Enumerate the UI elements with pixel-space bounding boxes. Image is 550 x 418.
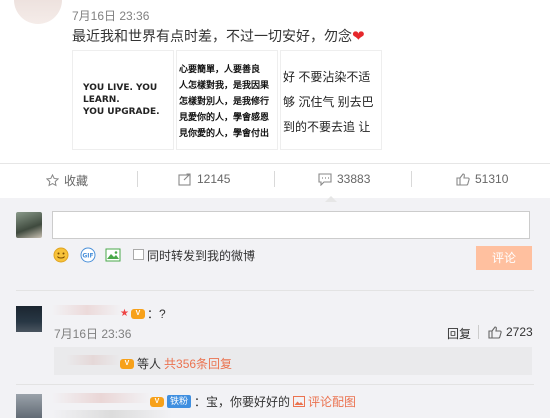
comment-like-count: 2723 xyxy=(506,325,533,339)
thumbs-up-icon xyxy=(488,325,502,339)
comment-divider xyxy=(16,384,534,385)
image-2-text: 心要簡單，人要善良 人怎樣對我，是我因果 怎樣對別人，是我修行 見愛你的人，學會… xyxy=(179,64,270,138)
comment-pointer xyxy=(325,196,337,202)
image-1-text: YOU LIVE. YOU LEARN. YOU UPGRADE. xyxy=(83,83,160,117)
comment-image-label: 评论配图 xyxy=(308,395,357,409)
blurred-image xyxy=(52,410,172,418)
forward-count: 12145 xyxy=(197,172,231,186)
comment-image-link[interactable]: 评论配图 xyxy=(293,393,356,410)
blurred-username[interactable] xyxy=(52,393,150,403)
comment-icon xyxy=(318,172,332,186)
gif-icon[interactable]: GIF xyxy=(80,247,96,263)
like-count: 51310 xyxy=(475,172,509,186)
forward-button[interactable]: 12145 xyxy=(178,172,230,186)
like-button[interactable]: 51310 xyxy=(456,172,508,186)
forward-checkbox-label: 同时转发到我的微博 xyxy=(147,249,256,263)
blurred-username[interactable] xyxy=(66,355,120,365)
post-text: 最近我和世界有点时差，不过一切安好，勿念❤ xyxy=(72,26,365,46)
view-replies-link[interactable]: 共356条回复 xyxy=(164,355,232,372)
comment-text: ：宝，你要好好的 xyxy=(194,395,291,409)
author-avatar[interactable] xyxy=(14,0,62,24)
vip-badge-icon: V xyxy=(130,308,145,319)
fans-badge: 铁粉 xyxy=(167,395,192,408)
comment-body: ★ V ：? xyxy=(120,305,166,322)
post-time[interactable]: 7月16日 23:36 xyxy=(72,7,149,24)
image-3-text: 好 不要沾染不适 够 沉住气 别去巴 到的不要去追 让 xyxy=(283,70,374,134)
sub-reply-prefix: 等人 xyxy=(137,357,162,371)
heart-emoji-icon: ❤ xyxy=(352,28,365,45)
my-avatar[interactable] xyxy=(16,212,42,238)
action-bar: 收藏 12145 33883 51310 xyxy=(0,163,550,195)
vip-badge-icon: V xyxy=(120,358,134,369)
sub-reply-summary: V 等人 共356条回复 xyxy=(120,355,232,372)
post-text-content: 最近我和世界有点时差，不过一切安好，勿念 xyxy=(72,28,352,44)
forward-icon xyxy=(178,172,191,186)
comment-time: 7月16日 23:36 xyxy=(54,327,132,341)
image-icon[interactable] xyxy=(105,247,121,263)
post-image-3[interactable]: 好 不要沾染不适 够 沉住气 别去巴 到的不要去追 让 xyxy=(280,50,382,150)
comment-like-button[interactable]: 2723 xyxy=(488,325,533,339)
thumbs-up-icon xyxy=(456,172,470,186)
svg-text:GIF: GIF xyxy=(82,253,93,260)
vip-badge-icon: V xyxy=(150,396,164,407)
reply-button[interactable]: 回复 xyxy=(447,325,471,342)
post-image-1[interactable]: YOU LIVE. YOU LEARN. YOU UPGRADE. xyxy=(72,50,174,150)
forward-checkbox[interactable] xyxy=(133,249,144,260)
star-badge-icon: ★ xyxy=(120,308,129,319)
post-image-2[interactable]: 心要簡單，人要善良 人怎樣對我，是我因果 怎樣對別人，是我修行 見愛你的人，學會… xyxy=(176,50,278,150)
image-icon xyxy=(293,396,306,407)
submit-comment-button[interactable]: 评论 xyxy=(476,246,532,270)
star-icon xyxy=(46,174,59,187)
emoji-icon[interactable] xyxy=(53,247,69,263)
collect-button[interactable]: 收藏 xyxy=(46,172,88,189)
blurred-username[interactable] xyxy=(52,305,122,315)
comment-button[interactable]: 33883 xyxy=(318,172,370,186)
comment-body: V 铁粉 ：宝，你要好好的 评论配图 xyxy=(150,393,356,410)
comment-count: 33883 xyxy=(337,172,371,186)
commenter-avatar[interactable] xyxy=(16,394,42,418)
commenter-avatar[interactable] xyxy=(16,306,42,332)
divider xyxy=(478,325,479,339)
comment-text: ：? xyxy=(146,307,166,321)
comment-input[interactable] xyxy=(52,211,530,239)
collect-label: 收藏 xyxy=(64,174,89,188)
comment-divider xyxy=(16,290,534,291)
